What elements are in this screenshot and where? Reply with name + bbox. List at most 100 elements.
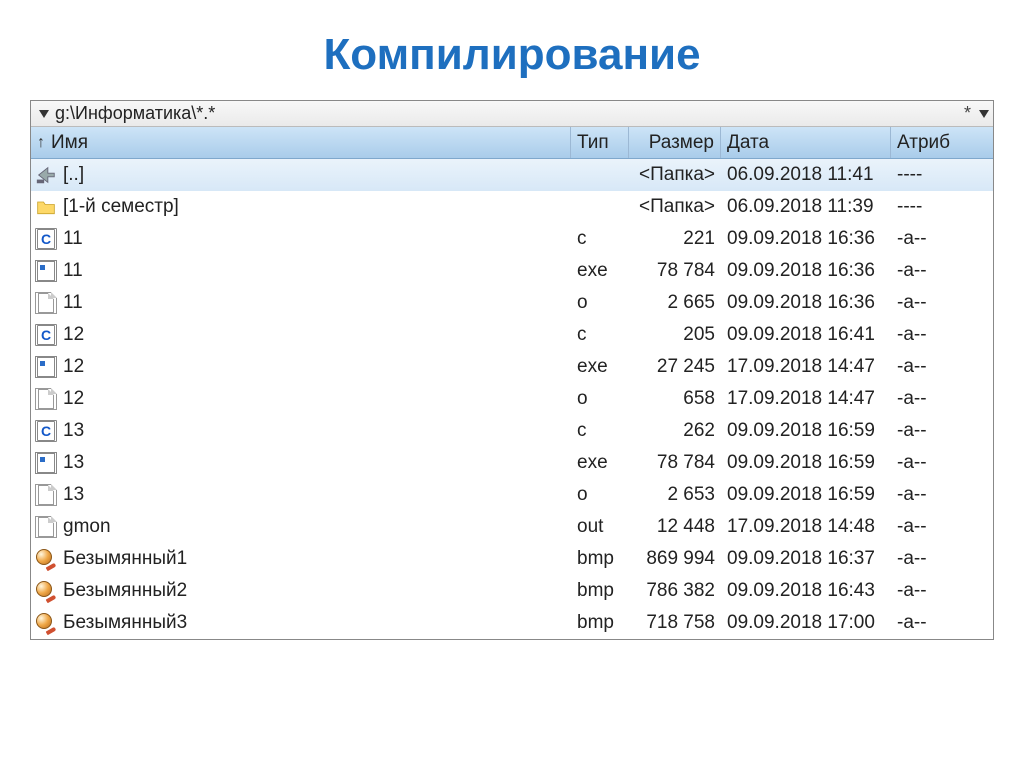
table-row[interactable]: [..] <Папка>06.09.2018 11:41---- [31,159,993,191]
cell-size: <Папка> [629,159,721,191]
file-name: 11 [63,228,83,250]
cell-type: out [571,511,629,543]
cell-size: 869 994 [629,543,721,575]
cell-attr: -a-- [891,223,993,255]
cell-date: 09.09.2018 16:59 [721,447,891,479]
file-name: Безымянный1 [63,548,187,570]
folder-icon [35,196,57,218]
cell-date: 09.09.2018 16:36 [721,255,891,287]
file-name: 11 [63,292,83,314]
table-row[interactable]: C 12 c20509.09.2018 16:41-a-- [31,319,993,351]
cell-size: 718 758 [629,607,721,639]
header-attr[interactable]: Атриб [891,127,993,158]
cell-type: exe [571,447,629,479]
history-dropdown-icon[interactable] [979,110,989,118]
table-row[interactable]: Безымянный2bmp786 38209.09.2018 16:43-a-… [31,575,993,607]
file-list: [..] <Папка>06.09.2018 11:41---- [1-й сем… [31,159,993,639]
cell-name: C 12 [31,319,571,351]
cell-date: 17.09.2018 14:48 [721,511,891,543]
cell-size: 27 245 [629,351,721,383]
table-row[interactable]: Безымянный3bmp718 75809.09.2018 17:00-a-… [31,607,993,639]
cell-attr: ---- [891,191,993,223]
cell-attr: -a-- [891,255,993,287]
table-row[interactable]: Безымянный1bmp869 99409.09.2018 16:37-a-… [31,543,993,575]
cell-name: 11 [31,255,571,287]
cell-size: 78 784 [629,255,721,287]
table-row[interactable]: 13o2 65309.09.2018 16:59-a-- [31,479,993,511]
cell-attr: -a-- [891,415,993,447]
table-row[interactable]: 11 o2 66509.09.2018 16:36-a-- [31,287,993,319]
exe-icon [35,356,57,378]
cell-date: 06.09.2018 11:41 [721,159,891,191]
header-size[interactable]: Размер [629,127,721,158]
header-date[interactable]: Дата [721,127,891,158]
table-row[interactable]: C13c26209.09.2018 16:59-a-- [31,415,993,447]
cell-attr: -a-- [891,447,993,479]
cell-type: c [571,319,629,351]
header-date-label: Дата [727,132,769,154]
cell-type: o [571,383,629,415]
cell-attr: -a-- [891,287,993,319]
cell-date: 09.09.2018 16:37 [721,543,891,575]
c-icon: C [35,324,57,346]
cell-attr: -a-- [891,351,993,383]
cell-date: 09.09.2018 16:43 [721,575,891,607]
cell-attr: -a-- [891,479,993,511]
cell-size: 205 [629,319,721,351]
page-title: Компилирование [0,0,1024,100]
file-name: 13 [63,452,84,474]
file-name: 12 [63,324,84,346]
cell-size: 2 665 [629,287,721,319]
cell-name: Безымянный2 [31,575,571,607]
header-name-label: Имя [51,132,88,154]
table-row[interactable]: 11 exe78 78409.09.2018 16:36-a-- [31,255,993,287]
cell-name: C13 [31,415,571,447]
header-attr-label: Атриб [897,132,950,154]
cell-attr: -a-- [891,319,993,351]
file-name: gmon [63,516,111,538]
bmp-icon [35,580,57,602]
file-name: [..] [63,164,84,186]
cell-attr: ---- [891,159,993,191]
header-type-label: Тип [577,132,609,154]
cell-name: 13 [31,447,571,479]
file-name: [1-й семестр] [63,196,179,218]
cell-size: 2 653 [629,479,721,511]
cell-date: 09.09.2018 16:36 [721,287,891,319]
current-path: g:\Информатика\*.* [55,103,215,124]
cell-type: exe [571,351,629,383]
table-row[interactable]: 12exe27 24517.09.2018 14:47-a-- [31,351,993,383]
table-row[interactable]: 12o65817.09.2018 14:47-a-- [31,383,993,415]
cell-attr: -a-- [891,543,993,575]
cell-date: 09.09.2018 16:59 [721,479,891,511]
exe-icon [35,452,57,474]
header-type[interactable]: Тип [571,127,629,158]
path-bar[interactable]: g:\Информатика\*.* * [31,101,993,127]
header-name[interactable]: ↑ Имя [31,127,571,158]
cell-type: c [571,223,629,255]
cell-size: 78 784 [629,447,721,479]
table-row[interactable]: 13 exe78 78409.09.2018 16:59-a-- [31,447,993,479]
cell-size: 658 [629,383,721,415]
cell-date: 17.09.2018 14:47 [721,351,891,383]
cell-date: 06.09.2018 11:39 [721,191,891,223]
cell-size: 12 448 [629,511,721,543]
table-row[interactable]: C11c22109.09.2018 16:36-a-- [31,223,993,255]
cell-date: 17.09.2018 14:47 [721,383,891,415]
drive-dropdown-icon[interactable] [39,110,49,118]
cell-attr: -a-- [891,383,993,415]
cell-type: o [571,287,629,319]
file-name: 11 [63,260,83,282]
cell-type: exe [571,255,629,287]
file-name: 13 [63,420,84,442]
exe-icon [35,260,57,282]
cell-date: 09.09.2018 16:41 [721,319,891,351]
blank-icon [35,292,57,314]
file-name: Безымянный3 [63,612,187,634]
cell-size: <Папка> [629,191,721,223]
cell-attr: -a-- [891,575,993,607]
table-row[interactable]: gmonout12 44817.09.2018 14:48-a-- [31,511,993,543]
column-headers: ↑ Имя Тип Размер Дата Атриб [31,127,993,159]
favorites-icon[interactable]: * [964,103,971,124]
table-row[interactable]: [1-й семестр] <Папка>06.09.2018 11:39---- [31,191,993,223]
